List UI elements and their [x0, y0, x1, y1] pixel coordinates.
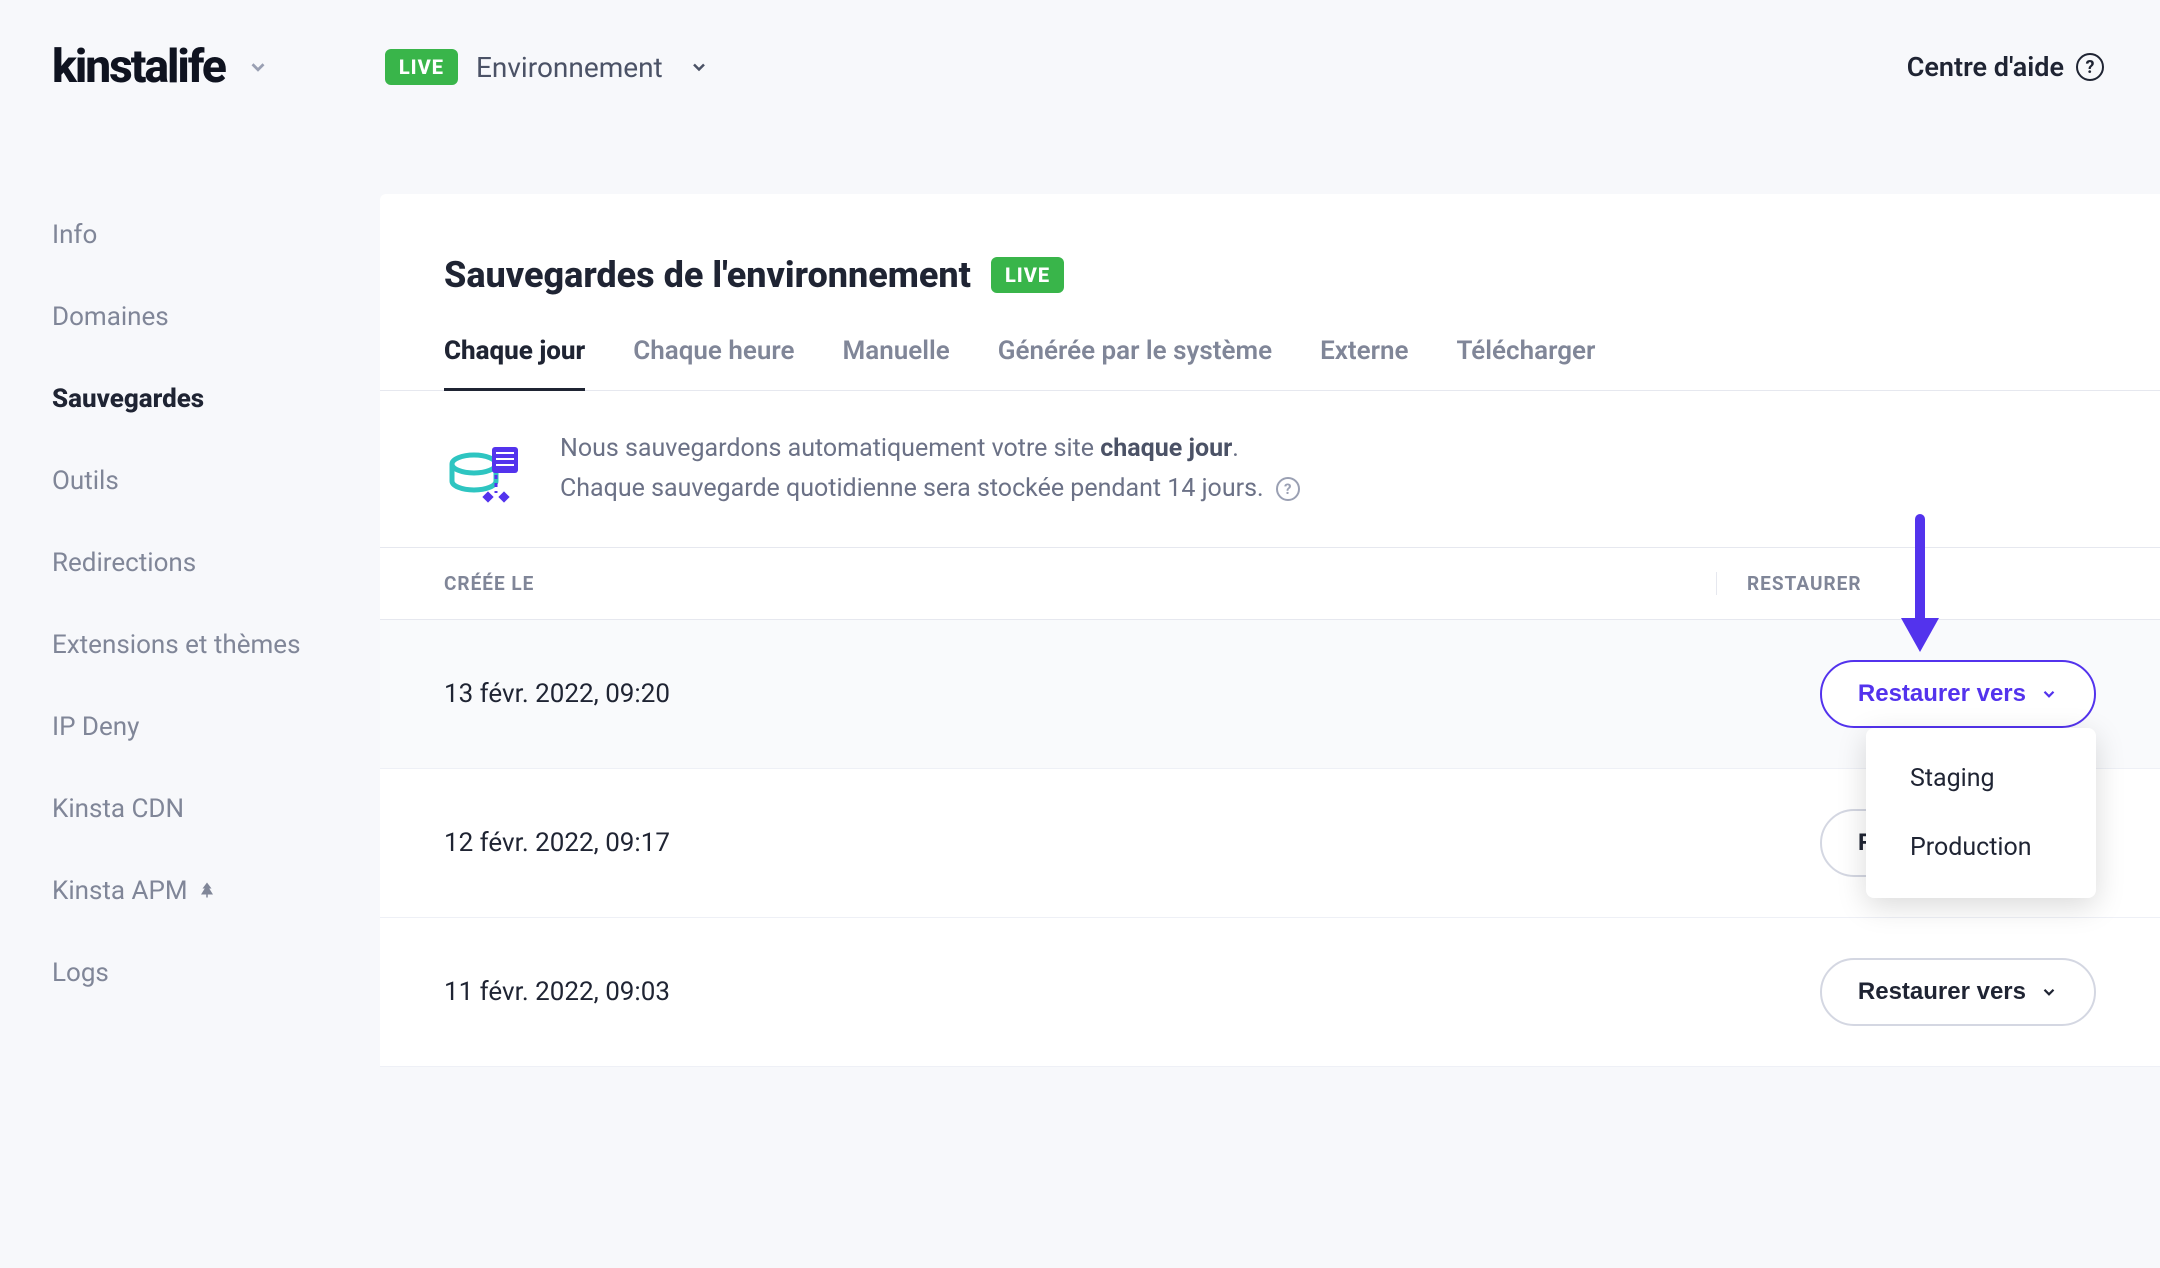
help-center-link[interactable]: Centre d'aide ?: [1907, 51, 2104, 83]
environment-selector[interactable]: LIVE Environnement: [385, 49, 709, 85]
sidebar-item-label: Sauvegardes: [52, 384, 204, 414]
info-line1-b: .: [1232, 434, 1239, 463]
dropdown-item-staging[interactable]: Staging: [1866, 744, 2096, 813]
question-icon[interactable]: ?: [1276, 477, 1300, 501]
info-line2: Chaque sauvegarde quotidienne sera stock…: [560, 474, 1264, 503]
page-heading: Sauvegardes de l'environnement LIVE: [380, 254, 2160, 296]
backup-date: 13 févr. 2022, 09:20: [444, 679, 1820, 709]
info-block: Nous sauvegardons automatiquement votre …: [380, 391, 2160, 547]
backup-date: 12 févr. 2022, 09:17: [444, 828, 1820, 858]
sidebar-item-outils[interactable]: Outils: [52, 440, 380, 522]
sidebar-item-label: Kinsta APM: [52, 876, 188, 906]
layout: Info Domaines Sauvegardes Outils Redirec…: [0, 134, 2160, 1067]
topbar: kinstalife LIVE Environnement Centre d'a…: [0, 0, 2160, 134]
tab-manuelle[interactable]: Manuelle: [842, 336, 949, 390]
info-line1-bold: chaque jour: [1100, 434, 1232, 463]
backup-row: 13 févr. 2022, 09:20 Restaurer vers Stag…: [380, 620, 2160, 769]
sidebar-item-logs[interactable]: Logs: [52, 932, 380, 1014]
backup-icon: [444, 429, 524, 509]
table-header: CRÉÉE LE RESTAURER: [380, 547, 2160, 620]
sidebar-item-label: IP Deny: [52, 712, 139, 742]
tabs: Chaque jour Chaque heure Manuelle Généré…: [380, 296, 2160, 391]
restore-button-label: Restaurer vers: [1858, 978, 2026, 1006]
live-badge: LIVE: [991, 257, 1064, 293]
tab-systeme[interactable]: Générée par le système: [998, 336, 1272, 390]
site-selector[interactable]: kinstalife: [52, 40, 269, 94]
restore-button[interactable]: Restaurer vers: [1820, 660, 2096, 728]
tab-chaque-heure[interactable]: Chaque heure: [633, 336, 794, 390]
sidebar: Info Domaines Sauvegardes Outils Redirec…: [0, 134, 380, 1067]
sidebar-item-label: Logs: [52, 958, 109, 988]
sidebar-item-label: Info: [52, 220, 97, 250]
live-badge: LIVE: [385, 49, 458, 85]
help-label: Centre d'aide: [1907, 51, 2064, 83]
main-panel: Sauvegardes de l'environnement LIVE Chaq…: [380, 194, 2160, 1067]
backup-date: 11 févr. 2022, 09:03: [444, 977, 1820, 1007]
restore-button[interactable]: Restaurer vers: [1820, 958, 2096, 1026]
sidebar-item-redirections[interactable]: Redirections: [52, 522, 380, 604]
sidebar-item-kinsta-apm[interactable]: Kinsta APM: [52, 850, 380, 932]
chevron-down-icon: [2040, 983, 2058, 1001]
restore-button-label: Restaurer vers: [1858, 680, 2026, 708]
page-title: Sauvegardes de l'environnement: [444, 254, 971, 296]
col-created: CRÉÉE LE: [444, 572, 1716, 595]
sidebar-item-domaines[interactable]: Domaines: [52, 276, 380, 358]
sidebar-item-info[interactable]: Info: [52, 194, 380, 276]
sidebar-item-label: Outils: [52, 466, 119, 496]
environment-label: Environnement: [476, 51, 663, 84]
restore-dropdown: Staging Production: [1866, 728, 2096, 898]
sidebar-item-sauvegardes[interactable]: Sauvegardes: [52, 358, 380, 440]
sidebar-item-ip-deny[interactable]: IP Deny: [52, 686, 380, 768]
tab-externe[interactable]: Externe: [1320, 336, 1408, 390]
tab-chaque-jour[interactable]: Chaque jour: [444, 336, 585, 391]
dropdown-item-production[interactable]: Production: [1866, 813, 2096, 882]
sidebar-item-label: Extensions et thèmes: [52, 630, 301, 660]
sidebar-item-extensions[interactable]: Extensions et thèmes: [52, 604, 380, 686]
col-restore: RESTAURER: [1716, 572, 2096, 595]
sidebar-item-kinsta-cdn[interactable]: Kinsta CDN: [52, 768, 380, 850]
backup-row: 11 févr. 2022, 09:03 Restaurer vers: [380, 918, 2160, 1067]
chevron-down-icon: [247, 56, 269, 78]
sidebar-item-label: Kinsta CDN: [52, 794, 184, 824]
sidebar-item-label: Redirections: [52, 548, 196, 578]
site-name: kinstalife: [52, 40, 225, 94]
info-text: Nous sauvegardons automatiquement votre …: [560, 429, 1300, 509]
info-line1-a: Nous sauvegardons automatiquement votre …: [560, 434, 1100, 463]
chevron-down-icon: [689, 57, 709, 77]
sidebar-item-label: Domaines: [52, 302, 169, 332]
question-icon: ?: [2076, 53, 2104, 81]
tree-icon: [198, 876, 216, 906]
chevron-down-icon: [2040, 685, 2058, 703]
tab-telecharger[interactable]: Télécharger: [1457, 336, 1596, 390]
